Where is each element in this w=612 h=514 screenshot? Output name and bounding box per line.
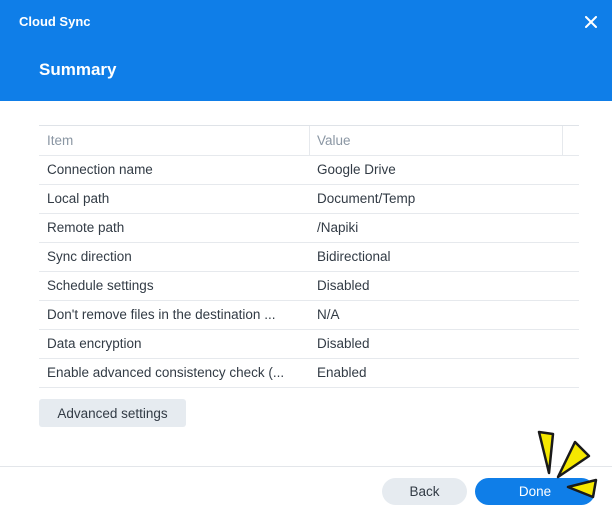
footer-divider [0,466,612,467]
table-row[interactable]: Remote path/Napiki [39,214,579,243]
back-button[interactable]: Back [382,478,467,505]
row-item-label: Local path [47,191,110,206]
table-row[interactable]: Data encryption Disabled [39,330,579,359]
row-item-label: Don't remove files in the destination ..… [47,307,276,322]
done-button[interactable]: Done [475,478,595,505]
row-value: Disabled [317,336,370,351]
dialog-header: Cloud Sync Summary [0,0,612,101]
table-body: Connection name Google Drive Local path Doc… [39,156,579,388]
close-icon [585,16,597,28]
row-item-label: Connection name [47,162,153,177]
table-row[interactable]: Schedule settings Disabled [39,272,579,301]
table-row[interactable]: Don't remove files in the destination ..… [39,301,579,330]
row-item-label: Data encryption [47,336,142,351]
column-header-value: Value [317,133,351,148]
page-title: Summary [39,60,117,79]
table-row[interactable]: Sync direction Bidirectional [39,243,579,272]
row-value: /Napiki [317,220,359,235]
close-button[interactable] [580,11,602,33]
row-value: Bidirectional [317,249,391,264]
row-value: N/A [317,307,340,322]
table-row[interactable]: Connection name Google Drive [39,156,579,185]
summary-table: Item Value Connection name Google Drive Lo… [39,125,579,388]
column-header-item: Item [47,133,74,148]
row-value: Disabled [317,278,370,293]
table-header-row: Item Value [39,126,579,156]
row-value: Enabled [317,365,367,380]
app-title: Cloud Sync [19,14,91,29]
table-row[interactable]: Enable advanced consistency check (... En… [39,359,579,388]
advanced-settings-button[interactable]: Advanced settings [39,399,186,427]
table-row[interactable]: Local path Document/Temp [39,185,579,214]
row-value: Google Drive [317,162,396,177]
column-divider [309,126,310,155]
row-value: Document/Temp [317,191,416,206]
column-divider [562,126,563,155]
row-item-label: Enable advanced consistency check (... [47,365,285,380]
row-item-label: Remote path [47,220,125,235]
row-item-label: Schedule settings [47,278,154,293]
row-item-label: Sync direction [47,249,132,264]
